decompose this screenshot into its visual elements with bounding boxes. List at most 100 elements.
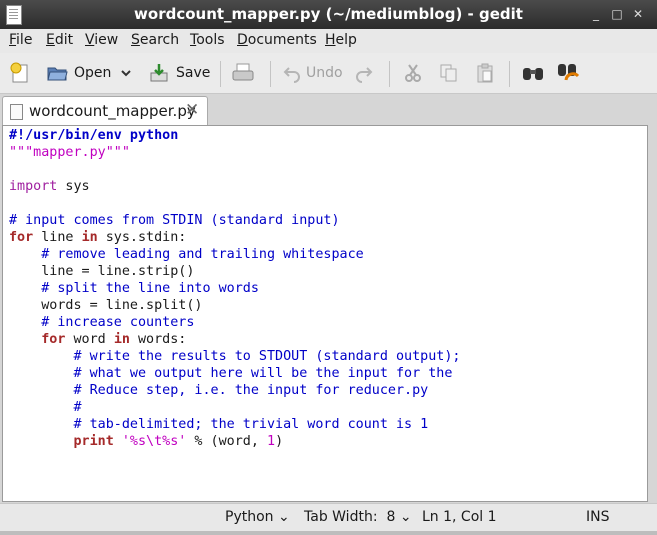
find-button[interactable] bbox=[521, 61, 545, 85]
code-token: in bbox=[81, 230, 98, 245]
code-line[interactable]: # increase counters bbox=[9, 314, 460, 331]
undo-button[interactable]: Undo bbox=[282, 61, 343, 85]
folder-open-icon bbox=[47, 67, 68, 81]
code-token: for bbox=[41, 332, 66, 347]
new-button[interactable] bbox=[10, 61, 32, 85]
code-line[interactable]: # write the results to STDOUT (standard … bbox=[9, 348, 460, 365]
binoculars-icon bbox=[523, 68, 543, 80]
code-token: # remove leading and trailing whitespace bbox=[9, 247, 364, 262]
code-token: in bbox=[113, 332, 130, 347]
tab-width-label: Tab Width: 8 bbox=[304, 509, 396, 525]
redo-button[interactable] bbox=[354, 61, 374, 85]
code-token: #!/usr/bin/env python bbox=[9, 128, 179, 143]
undo-icon bbox=[283, 67, 300, 83]
code-token: import bbox=[9, 179, 58, 194]
code-line[interactable]: # input comes from STDIN (standard input… bbox=[9, 212, 460, 229]
code-line[interactable]: words = line.split() bbox=[9, 297, 460, 314]
save-button[interactable]: Save bbox=[148, 61, 210, 85]
title-bar: wordcount_mapper.py (~/mediumblog) - ged… bbox=[0, 0, 657, 29]
paste-button[interactable] bbox=[475, 61, 495, 85]
code-token: # what we output here will be the input … bbox=[9, 366, 453, 381]
code-token: # write the results to STDOUT (standard … bbox=[9, 349, 461, 364]
save-icon bbox=[150, 64, 168, 82]
code-token: 1 bbox=[267, 434, 276, 449]
code-token: # input comes from STDIN (standard input… bbox=[9, 213, 340, 228]
code-line[interactable] bbox=[9, 161, 460, 178]
code-line[interactable]: import sys bbox=[9, 178, 460, 195]
minimize-icon[interactable]: _ bbox=[588, 6, 604, 22]
close-tab-icon[interactable]: ✕ bbox=[185, 100, 199, 120]
code-token: # split the line into words bbox=[9, 281, 259, 296]
chevron-down-icon: ⌄ bbox=[399, 509, 412, 525]
code-line[interactable]: #!/usr/bin/env python bbox=[9, 127, 460, 144]
code-editor[interactable]: #!/usr/bin/env python """mapper.py""" impo… bbox=[2, 125, 648, 502]
open-recent-dropdown[interactable] bbox=[119, 61, 133, 85]
paste-icon bbox=[477, 63, 493, 83]
right-edge bbox=[648, 125, 657, 502]
code-token: words = line.split() bbox=[9, 298, 203, 313]
window-title: wordcount_mapper.py (~/mediumblog) - ged… bbox=[134, 5, 523, 23]
code-line[interactable]: """mapper.py""" bbox=[9, 144, 460, 161]
code-line[interactable]: line = line.strip() bbox=[9, 263, 460, 280]
code-line[interactable]: for word in words: bbox=[9, 331, 460, 348]
new-document-icon bbox=[10, 62, 28, 83]
cut-button[interactable] bbox=[403, 61, 423, 85]
menu-view[interactable]: View bbox=[85, 32, 118, 48]
menu-tools[interactable]: Tools bbox=[190, 32, 225, 48]
chevron-down-icon: ⌄ bbox=[277, 509, 290, 525]
code-line[interactable]: print '%s\t%s' % (word, 1) bbox=[9, 433, 460, 450]
code-token: line bbox=[33, 230, 82, 245]
menu-bar: File Edit View Search Tools Documents He… bbox=[0, 29, 657, 53]
find-replace-icon bbox=[558, 64, 580, 81]
code-line[interactable]: # split the line into words bbox=[9, 280, 460, 297]
maximize-icon[interactable]: □ bbox=[609, 6, 625, 22]
code-token: line = line.strip() bbox=[9, 264, 195, 279]
code-token: # tab-delimited; the trivial word count … bbox=[9, 417, 429, 432]
code-line[interactable] bbox=[9, 195, 460, 212]
redo-icon bbox=[356, 67, 373, 83]
insert-mode: INS bbox=[586, 509, 610, 525]
menu-search[interactable]: Search bbox=[131, 32, 179, 48]
code-token: # increase counters bbox=[9, 315, 195, 330]
code-line[interactable]: # remove leading and trailing whitespace bbox=[9, 246, 460, 263]
toolbar: Open Save Undo bbox=[0, 53, 657, 94]
tab-wordcount-mapper[interactable]: wordcount_mapper.py ✕ bbox=[2, 96, 208, 126]
code-line[interactable]: # bbox=[9, 399, 460, 416]
code-text[interactable]: #!/usr/bin/env python """mapper.py""" impo… bbox=[9, 127, 460, 450]
menu-documents[interactable]: Documents bbox=[237, 32, 317, 48]
code-token: % (word, bbox=[186, 434, 267, 449]
language-selector[interactable]: Python ⌄ bbox=[225, 509, 290, 525]
document-icon bbox=[10, 104, 23, 120]
code-line[interactable]: # Reduce step, i.e. the input for reduce… bbox=[9, 382, 460, 399]
open-button[interactable]: Open bbox=[46, 61, 111, 85]
code-token: for bbox=[9, 230, 34, 245]
chevron-down-icon bbox=[121, 70, 131, 77]
undo-label: Undo bbox=[306, 65, 343, 81]
menu-file[interactable]: File bbox=[9, 32, 32, 48]
menu-edit[interactable]: Edit bbox=[46, 32, 73, 48]
code-token: print bbox=[73, 434, 114, 449]
close-window-icon[interactable]: ✕ bbox=[630, 6, 646, 22]
tab-label: wordcount_mapper.py bbox=[29, 102, 196, 120]
code-token: # bbox=[9, 400, 82, 415]
status-bar: Python ⌄ Tab Width: 8 ⌄ Ln 1, Col 1 INS bbox=[0, 503, 657, 532]
tab-width-selector[interactable]: Tab Width: 8 ⌄ bbox=[304, 509, 412, 525]
code-line[interactable]: # tab-delimited; the trivial word count … bbox=[9, 416, 460, 433]
printer-icon bbox=[232, 63, 254, 81]
code-line[interactable]: # what we output here will be the input … bbox=[9, 365, 460, 382]
code-token: # Reduce step, i.e. the input for reduce… bbox=[9, 383, 429, 398]
open-label: Open bbox=[74, 65, 112, 81]
copy-icon bbox=[440, 64, 457, 82]
find-replace-button[interactable] bbox=[557, 61, 581, 85]
code-line[interactable]: for line in sys.stdin: bbox=[9, 229, 460, 246]
code-token: """mapper.py""" bbox=[9, 145, 130, 160]
menu-help[interactable]: Help bbox=[325, 32, 357, 48]
scissors-icon bbox=[405, 64, 421, 82]
code-token: words: bbox=[129, 332, 187, 347]
code-token: ) bbox=[275, 434, 284, 449]
print-button[interactable] bbox=[231, 61, 255, 85]
copy-button[interactable] bbox=[439, 61, 459, 85]
